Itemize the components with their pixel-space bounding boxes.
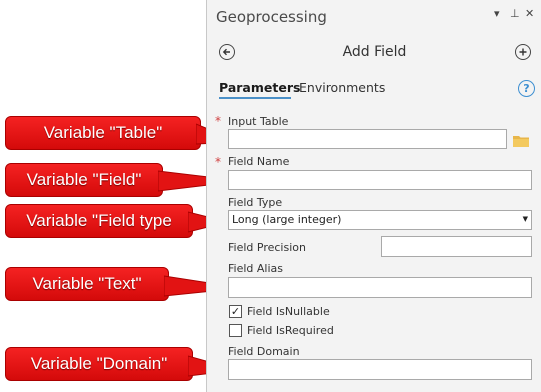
field-isnullable-checkbox[interactable]: ✓ xyxy=(229,305,242,318)
plus-icon[interactable] xyxy=(515,44,531,60)
callout-field-text: Variable "Field" xyxy=(26,170,142,189)
field-isnullable-label: Field IsNullable xyxy=(247,305,330,318)
field-name-label: Field Name xyxy=(228,155,290,168)
callout-text: Variable "Text" xyxy=(5,267,169,301)
callout-domain-text: Variable "Domain" xyxy=(30,354,168,373)
geoprocessing-pane: Geoprocessing ▾ ⊥ ✕ Add Field Parameters… xyxy=(206,0,541,392)
field-type-label: Field Type xyxy=(228,196,283,209)
callout-field-type-text: Variable "Field type xyxy=(26,211,172,230)
pin-icon[interactable]: ⊥ xyxy=(510,7,520,20)
callout-field-type: Variable "Field type xyxy=(5,204,193,238)
field-domain-label: Field Domain xyxy=(228,345,300,358)
input-table-field[interactable] xyxy=(228,129,507,149)
required-icon: * xyxy=(215,114,221,128)
pane-title: Geoprocessing xyxy=(216,8,327,26)
active-tab-indicator xyxy=(219,97,291,99)
callout-table: Variable "Table" xyxy=(5,116,201,150)
callout-text-text: Variable "Text" xyxy=(32,274,142,293)
required-icon: * xyxy=(215,155,221,169)
callout-table-text: Variable "Table" xyxy=(43,123,163,142)
field-name-input[interactable] xyxy=(228,170,532,190)
field-alias-label: Field Alias xyxy=(228,262,283,275)
tool-title: Add Field xyxy=(342,44,407,60)
callout-field: Variable "Field" xyxy=(5,163,163,197)
input-table-label: Input Table xyxy=(228,115,289,128)
field-precision-input[interactable] xyxy=(381,236,532,257)
chevron-down-icon: ▼ xyxy=(522,215,528,223)
field-isrequired-label: Field IsRequired xyxy=(247,324,334,337)
field-type-select[interactable]: Long (large integer) ▼ xyxy=(228,210,532,230)
field-isrequired-checkbox[interactable] xyxy=(229,324,242,337)
field-precision-label: Field Precision xyxy=(228,241,306,254)
field-type-value: Long (large integer) xyxy=(232,213,342,226)
tab-parameters[interactable]: Parameters xyxy=(219,80,300,95)
close-icon[interactable]: ✕ xyxy=(525,7,534,20)
callout-domain: Variable "Domain" xyxy=(5,347,193,381)
field-alias-input[interactable] xyxy=(228,277,532,298)
tab-environments[interactable]: Environments xyxy=(299,80,385,95)
help-icon[interactable]: ? xyxy=(518,80,535,97)
pane-options-dropdown[interactable]: ▾ xyxy=(494,7,500,20)
field-domain-input[interactable] xyxy=(228,359,532,380)
browse-folder-icon[interactable] xyxy=(513,132,529,151)
